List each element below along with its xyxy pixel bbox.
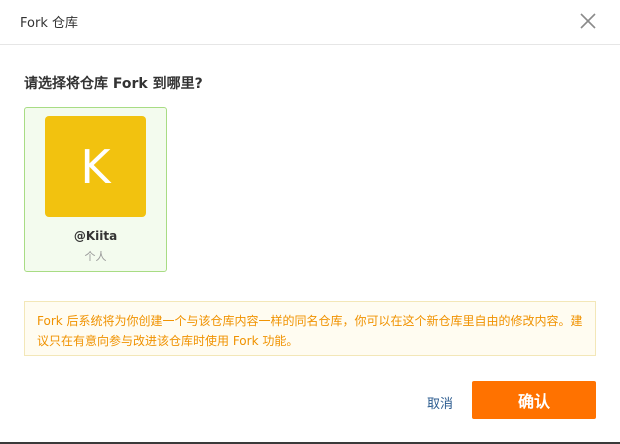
confirm-button[interactable]: 确认 xyxy=(472,381,596,419)
dialog-title: Fork 仓库 xyxy=(20,16,78,31)
close-button[interactable] xyxy=(578,11,598,31)
close-icon xyxy=(580,13,596,29)
cancel-button[interactable]: 取消 xyxy=(420,393,460,412)
dialog-header: Fork 仓库 xyxy=(0,0,620,45)
avatar: K xyxy=(45,116,146,217)
owner-type: 个人 xyxy=(84,250,107,263)
owner-name: @Kiita xyxy=(73,229,118,243)
fork-destination-question: 请选择将仓库 Fork 到哪里? xyxy=(24,76,203,92)
owner-option-card[interactable]: K @Kiita 个人 xyxy=(24,107,167,272)
fork-dialog: Fork 仓库 请选择将仓库 Fork 到哪里? K @Kiita 个人 For… xyxy=(0,0,620,444)
fork-notice: Fork 后系统将为你创建一个与该仓库内容一样的同名仓库，你可以在这个新仓库里自… xyxy=(24,301,596,356)
